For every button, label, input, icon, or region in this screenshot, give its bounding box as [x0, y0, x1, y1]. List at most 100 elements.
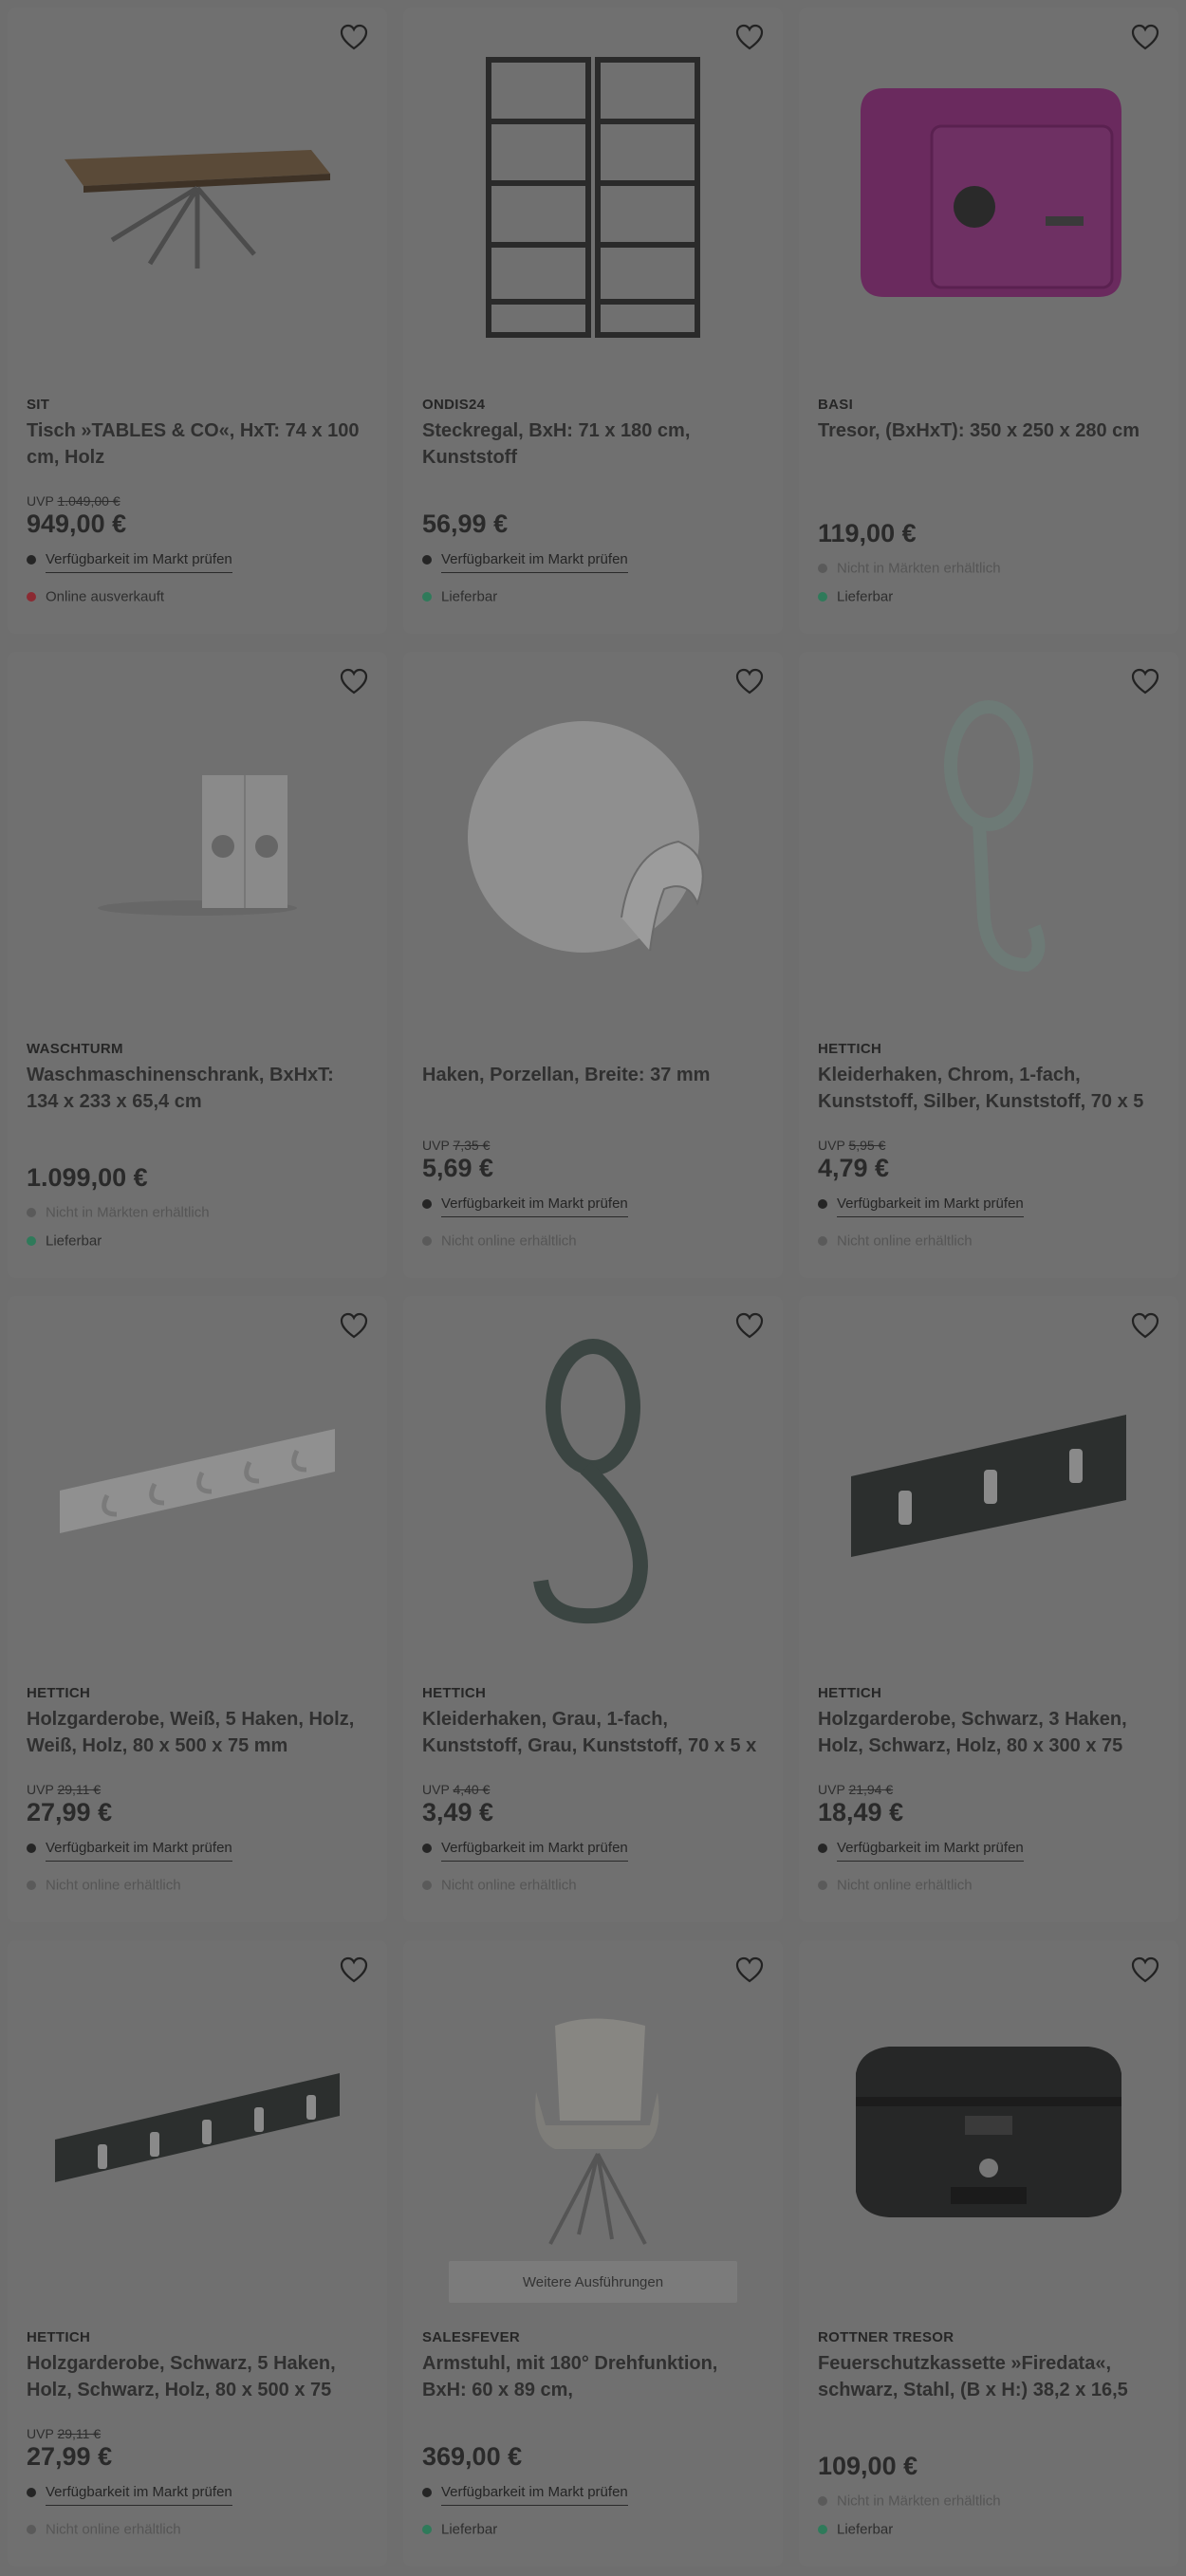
product-image[interactable]	[36, 1969, 359, 2291]
uvp-price	[422, 493, 508, 510]
store-availability-link[interactable]: Verfügbarkeit im Markt prüfen	[441, 551, 628, 574]
store-availability-link[interactable]: Verfügbarkeit im Markt prüfen	[441, 1840, 628, 1863]
status-dot	[27, 1843, 36, 1853]
product-image[interactable]	[36, 680, 359, 1003]
product-card[interactable]: SIT Tisch »TABLES & CO«, HxT: 74 x 100 c…	[8, 8, 387, 634]
product-card[interactable]: Haken, Porzellan, Breite: 37 mm UVP 7,35…	[403, 652, 783, 1278]
online-availability: Nicht online erhältlich	[818, 1232, 1159, 1250]
uvp-price: UVP 5,95 €	[818, 1138, 886, 1153]
product-title[interactable]: Armstuhl, mit 180° Drehfunktion, BxH: 60…	[422, 2350, 764, 2403]
product-card[interactable]: HETTICH Kleiderhaken, Chrom, 1-fach, Kun…	[799, 652, 1178, 1278]
store-availability-link[interactable]: Verfügbarkeit im Markt prüfen	[837, 1195, 1024, 1218]
product-price: 949,00 €	[27, 510, 127, 538]
store-availability-link[interactable]: Verfügbarkeit im Markt prüfen	[441, 2484, 628, 2507]
status-dot	[818, 1198, 827, 1209]
store-availability[interactable]: Verfügbarkeit im Markt prüfen	[422, 1840, 764, 1863]
status-dot	[27, 2524, 36, 2534]
uvp-price: UVP 21,94 €	[818, 1782, 894, 1797]
status-dot	[27, 2487, 36, 2497]
product-card[interactable]: ONDIS24 Steckregal, BxH: 71 x 180 cm, Ku…	[403, 8, 783, 634]
product-title[interactable]: Steckregal, BxH: 71 x 180 cm, Kunststoff	[422, 417, 764, 471]
product-card[interactable]: HETTICH Kleiderhaken, Grau, 1-fach, Kuns…	[403, 1296, 783, 1922]
product-image[interactable]	[36, 36, 359, 359]
product-brand: HETTICH	[818, 1041, 882, 1057]
product-image[interactable]	[432, 1325, 754, 1647]
online-availability: Lieferbar	[422, 2521, 764, 2538]
product-title[interactable]: Haken, Porzellan, Breite: 37 mm	[422, 1062, 764, 1115]
store-availability[interactable]: Verfügbarkeit im Markt prüfen	[422, 551, 764, 574]
online-availability: Nicht online erhältlich	[27, 1877, 368, 1894]
product-card[interactable]: ROTTNER TRESOR Feuerschutzkassette »Fire…	[799, 1940, 1178, 2567]
product-image[interactable]	[432, 36, 754, 359]
store-availability-link[interactable]: Verfügbarkeit im Markt prüfen	[441, 1195, 628, 1218]
product-image[interactable]	[827, 1969, 1150, 2291]
online-availability: Nicht online erhältlich	[818, 1877, 1159, 1894]
product-title[interactable]: Holzgarderobe, Schwarz, 3 Haken, Holz, S…	[818, 1706, 1159, 1759]
store-availability-link[interactable]: Verfügbarkeit im Markt prüfen	[46, 2484, 232, 2507]
store-availability: Nicht in Märkten erhältlich	[818, 560, 1159, 577]
product-image[interactable]	[827, 1325, 1150, 1647]
status-dot	[818, 1235, 827, 1246]
product-title[interactable]: Feuerschutzkassette »Firedata«, schwarz,…	[818, 2350, 1159, 2403]
product-image[interactable]	[827, 36, 1150, 359]
product-image[interactable]	[432, 680, 754, 1003]
status-dot	[818, 1843, 827, 1853]
online-availability: Lieferbar	[818, 2521, 1159, 2538]
online-availability: Lieferbar	[27, 1232, 368, 1250]
product-title[interactable]: Holzgarderobe, Weiß, 5 Haken, Holz, Weiß…	[27, 1706, 368, 1759]
product-card[interactable]: HETTICH Holzgarderobe, Weiß, 5 Haken, Ho…	[8, 1296, 387, 1922]
store-availability-link[interactable]: Verfügbarkeit im Markt prüfen	[837, 1840, 1024, 1863]
product-price: 109,00 €	[818, 2452, 918, 2480]
product-brand: SIT	[27, 397, 50, 413]
product-image[interactable]	[36, 1325, 359, 1647]
product-brand: SALESFEVER	[422, 2329, 521, 2345]
uvp-price	[818, 503, 917, 519]
store-availability[interactable]: Verfügbarkeit im Markt prüfen	[27, 551, 368, 574]
product-price: 369,00 €	[422, 2442, 523, 2471]
product-title[interactable]: Kleiderhaken, Chrom, 1-fach, Kunststoff,…	[818, 1062, 1159, 1115]
product-price: 4,79 €	[818, 1154, 890, 1182]
product-title[interactable]: Holzgarderobe, Schwarz, 5 Haken, Holz, S…	[27, 2350, 368, 2403]
safe-image	[861, 88, 1121, 297]
product-card[interactable]: WASCHTURM Waschmaschinenschrank, BxHxT: …	[8, 652, 387, 1278]
product-grid: SIT Tisch »TABLES & CO«, HxT: 74 x 100 c…	[8, 8, 1178, 2567]
product-brand: ROTTNER TRESOR	[818, 2329, 954, 2345]
dining-table-image	[65, 150, 330, 269]
product-price: 27,99 €	[27, 2442, 113, 2471]
product-price: 119,00 €	[818, 519, 917, 547]
uvp-price	[818, 2436, 917, 2452]
product-image[interactable]	[432, 1969, 754, 2291]
store-availability[interactable]: Verfügbarkeit im Markt prüfen	[422, 2484, 764, 2507]
product-title[interactable]: Tisch »TABLES & CO«, HxT: 74 x 100 cm, H…	[27, 417, 368, 471]
product-brand: WASCHTURM	[27, 1041, 123, 1057]
product-card[interactable]: BASI Tresor, (BxHxT): 350 x 250 x 280 cm…	[799, 8, 1178, 634]
online-availability: Online ausverkauft	[27, 588, 368, 605]
store-availability: Nicht in Märkten erhältlich	[818, 2493, 1159, 2510]
store-availability: Nicht in Märkten erhältlich	[27, 1204, 368, 1221]
product-title[interactable]: Tresor, (BxHxT): 350 x 250 x 280 cm	[818, 417, 1159, 471]
product-title[interactable]: Kleiderhaken, Grau, 1-fach, Kunststoff, …	[422, 1706, 764, 1759]
product-card[interactable]: Weitere Ausführungen SALESFEVER Armstuhl…	[403, 1940, 783, 2567]
uvp-price: UVP 29,11 €	[27, 1782, 102, 1797]
status-dot	[818, 2495, 827, 2506]
store-availability[interactable]: Verfügbarkeit im Markt prüfen	[27, 1840, 368, 1863]
cabinet-image	[98, 775, 297, 916]
product-card[interactable]: HETTICH Holzgarderobe, Schwarz, 5 Haken,…	[8, 1940, 387, 2567]
status-dot	[422, 591, 432, 602]
more-variants-button[interactable]: Weitere Ausführungen	[449, 2261, 737, 2303]
online-availability: Nicht online erhältlich	[27, 2521, 368, 2538]
store-availability[interactable]: Verfügbarkeit im Markt prüfen	[818, 1195, 1159, 1218]
store-availability[interactable]: Verfügbarkeit im Markt prüfen	[818, 1840, 1159, 1863]
product-image[interactable]	[827, 680, 1150, 1003]
store-availability-link[interactable]: Verfügbarkeit im Markt prüfen	[46, 551, 232, 574]
status-dot	[422, 1880, 432, 1890]
store-availability[interactable]: Verfügbarkeit im Markt prüfen	[422, 1195, 764, 1218]
white-coat-rack-image	[60, 1429, 335, 1533]
store-availability[interactable]: Verfügbarkeit im Markt prüfen	[27, 2484, 368, 2507]
product-price: 18,49 €	[818, 1798, 904, 1826]
store-availability-link[interactable]: Verfügbarkeit im Markt prüfen	[46, 1840, 232, 1863]
product-card[interactable]: HETTICH Holzgarderobe, Schwarz, 3 Haken,…	[799, 1296, 1178, 1922]
product-title[interactable]: Waschmaschinenschrank, BxHxT: 134 x 233 …	[27, 1062, 368, 1115]
porcelain-hook-image	[468, 721, 704, 953]
online-availability: Lieferbar	[818, 588, 1159, 605]
